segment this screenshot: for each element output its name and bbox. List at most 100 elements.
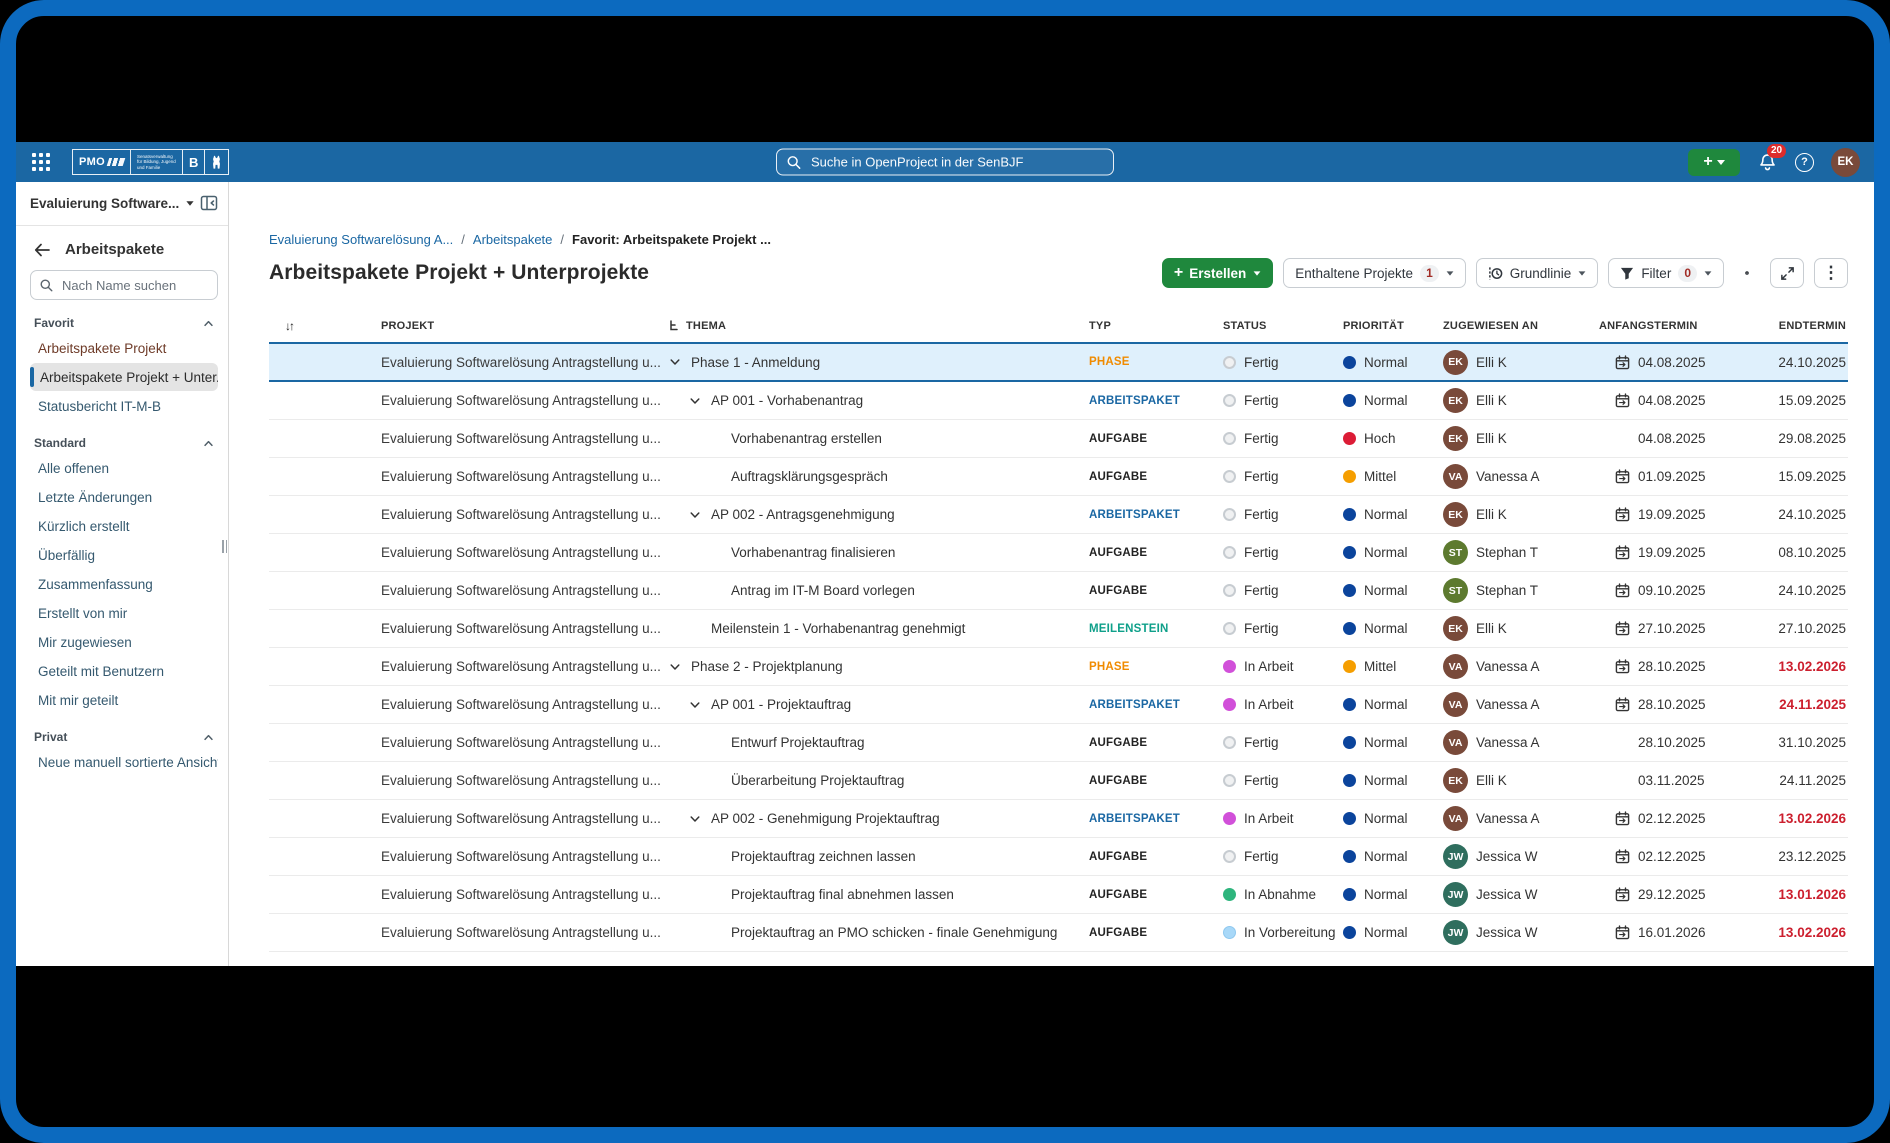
status-cell[interactable]: Fertig <box>1223 431 1343 446</box>
column-header-status[interactable]: STATUS <box>1223 320 1343 332</box>
help-button[interactable]: ? <box>1795 153 1814 172</box>
column-header-priority[interactable]: PRIORITÄT <box>1343 320 1443 332</box>
topic-cell[interactable]: Meilenstein 1 - Vorhabenantrag genehmigt <box>669 621 1089 636</box>
column-header-project[interactable]: PROJEKT <box>381 320 669 332</box>
status-cell[interactable]: In Vorbereitung <box>1223 925 1343 940</box>
sidebar-item-erstellt-von-mir[interactable]: Erstellt von mir <box>30 599 218 627</box>
view-search[interactable] <box>30 270 218 300</box>
sidebar-section-header-privat[interactable]: Privat <box>34 730 214 744</box>
info-button[interactable] <box>1734 258 1760 288</box>
end-date-cell[interactable]: 24.11.2025 <box>1779 773 1848 788</box>
type-cell[interactable]: ARBEITSPAKET <box>1089 699 1223 711</box>
topic-cell[interactable]: Vorhabenantrag erstellen <box>669 431 1089 446</box>
project-cell-link[interactable]: Evaluierung Softwarelösung Antragstellun… <box>381 925 669 940</box>
modules-grid-icon[interactable] <box>32 153 50 171</box>
column-header-assignee[interactable]: ZUGEWIESEN AN <box>1443 320 1599 332</box>
status-cell[interactable]: Fertig <box>1223 583 1343 598</box>
table-row[interactable]: Evaluierung Softwarelösung Antragstellun… <box>269 876 1848 914</box>
priority-cell[interactable]: Normal <box>1343 925 1443 940</box>
end-date-cell[interactable]: 15.09.2025 <box>1778 469 1848 484</box>
end-date-cell[interactable]: 13.01.2026 <box>1778 887 1848 902</box>
priority-cell[interactable]: Normal <box>1343 393 1443 408</box>
table-row[interactable]: Evaluierung Softwarelösung Antragstellun… <box>269 762 1848 800</box>
topic-cell[interactable]: AP 002 - Genehmigung Projektauftrag <box>669 811 1089 826</box>
sidebar-resize-handle[interactable] <box>222 540 227 553</box>
table-row[interactable]: Evaluierung Softwarelösung Antragstellun… <box>269 724 1848 762</box>
project-cell-link[interactable]: Evaluierung Softwarelösung Antragstellun… <box>381 393 669 408</box>
quick-add-button[interactable]: + <box>1688 149 1740 176</box>
status-cell[interactable]: Fertig <box>1223 545 1343 560</box>
end-date-cell[interactable]: 31.10.2025 <box>1778 735 1848 750</box>
table-row[interactable]: Evaluierung Softwarelösung Antragstellun… <box>269 648 1848 686</box>
priority-cell[interactable]: Mittel <box>1343 659 1443 674</box>
project-cell-link[interactable]: Evaluierung Softwarelösung Antragstellun… <box>381 659 669 674</box>
project-cell-link[interactable]: Evaluierung Softwarelösung Antragstellun… <box>381 431 669 446</box>
global-search-input[interactable] <box>809 154 1103 171</box>
project-cell-link[interactable]: Evaluierung Softwarelösung Antragstellun… <box>381 887 669 902</box>
collapse-row-icon[interactable] <box>689 813 711 825</box>
assignee-cell[interactable]: VAVanessa A <box>1443 730 1599 755</box>
type-cell[interactable]: AUFGABE <box>1089 585 1223 597</box>
project-cell-link[interactable]: Evaluierung Softwarelösung Antragstellun… <box>381 773 669 788</box>
table-row[interactable]: Evaluierung Softwarelösung Antragstellun… <box>269 342 1848 382</box>
priority-cell[interactable]: Normal <box>1343 887 1443 902</box>
assignee-cell[interactable]: VAVanessa A <box>1443 806 1599 831</box>
type-cell[interactable]: AUFGABE <box>1089 851 1223 863</box>
sidebar-item-neue-manuell-sortierte-ansicht[interactable]: Neue manuell sortierte Ansicht <box>30 748 218 776</box>
assignee-cell[interactable]: VAVanessa A <box>1443 654 1599 679</box>
status-cell[interactable]: In Arbeit <box>1223 811 1343 826</box>
included-projects-button[interactable]: Enthaltene Projekte 1 <box>1283 258 1466 288</box>
assignee-cell[interactable]: STStephan T <box>1443 578 1599 603</box>
collapse-row-icon[interactable] <box>689 699 711 711</box>
status-cell[interactable]: In Abnahme <box>1223 887 1343 902</box>
assignee-cell[interactable]: JWJessica W <box>1443 844 1599 869</box>
type-cell[interactable]: MEILENSTEIN <box>1089 623 1223 635</box>
filter-button[interactable]: Filter 0 <box>1608 258 1724 288</box>
topic-cell[interactable]: Überarbeitung Projektauftrag <box>669 773 1089 788</box>
collapse-row-icon[interactable] <box>689 509 711 521</box>
assignee-cell[interactable]: EKElli K <box>1443 768 1599 793</box>
status-cell[interactable]: In Arbeit <box>1223 697 1343 712</box>
table-row[interactable]: Evaluierung Softwarelösung Antragstellun… <box>269 382 1848 420</box>
type-cell[interactable]: AUFGABE <box>1089 433 1223 445</box>
assignee-cell[interactable]: EKElli K <box>1443 426 1599 451</box>
assignee-cell[interactable]: STStephan T <box>1443 540 1599 565</box>
column-header-start[interactable]: ANFANGSTERMIN <box>1599 320 1745 332</box>
type-cell[interactable]: ARBEITSPAKET <box>1089 509 1223 521</box>
priority-cell[interactable]: Normal <box>1343 811 1443 826</box>
start-date-cell[interactable]: 02.12.2025 <box>1599 811 1745 826</box>
type-cell[interactable]: PHASE <box>1089 661 1223 673</box>
back-arrow-icon[interactable] <box>34 243 50 257</box>
column-header-type[interactable]: TYP <box>1089 320 1223 332</box>
project-cell-link[interactable]: Evaluierung Softwarelösung Antragstellun… <box>381 545 669 560</box>
type-cell[interactable]: AUFGABE <box>1089 471 1223 483</box>
table-row[interactable]: Evaluierung Softwarelösung Antragstellun… <box>269 572 1848 610</box>
topic-cell[interactable]: Antrag im IT-M Board vorlegen <box>669 583 1089 598</box>
topic-cell[interactable]: Projektauftrag zeichnen lassen <box>669 849 1089 864</box>
assignee-cell[interactable]: EKElli K <box>1443 350 1599 375</box>
column-header-end[interactable]: ENDTERMIN <box>1779 320 1848 332</box>
fullscreen-button[interactable] <box>1770 258 1804 288</box>
topic-cell[interactable]: Phase 2 - Projektplanung <box>669 659 1089 674</box>
priority-cell[interactable]: Normal <box>1343 507 1443 522</box>
sidebar-item-letzte-änderungen[interactable]: Letzte Änderungen <box>30 483 218 511</box>
topic-cell[interactable]: AP 002 - Antragsgenehmigung <box>669 507 1089 522</box>
type-cell[interactable]: PHASE <box>1089 356 1223 368</box>
project-cell-link[interactable]: Evaluierung Softwarelösung Antragstellun… <box>381 621 669 636</box>
create-button[interactable]: + Erstellen <box>1162 258 1273 288</box>
status-cell[interactable]: Fertig <box>1223 393 1343 408</box>
start-date-cell[interactable]: 19.09.2025 <box>1599 507 1745 522</box>
status-cell[interactable]: Fertig <box>1223 849 1343 864</box>
priority-cell[interactable]: Mittel <box>1343 469 1443 484</box>
topic-cell[interactable]: AP 001 - Projektauftrag <box>669 697 1089 712</box>
priority-cell[interactable]: Normal <box>1343 621 1443 636</box>
start-date-cell[interactable]: 09.10.2025 <box>1599 583 1745 598</box>
assignee-cell[interactable]: EKElli K <box>1443 388 1599 413</box>
type-cell[interactable]: AUFGABE <box>1089 737 1223 749</box>
sidebar-item-arbeitspakete-projekt[interactable]: Arbeitspakete Projekt <box>30 334 218 362</box>
project-cell-link[interactable]: Evaluierung Softwarelösung Antragstellun… <box>381 583 669 598</box>
status-cell[interactable]: Fertig <box>1223 735 1343 750</box>
type-cell[interactable]: AUFGABE <box>1089 889 1223 901</box>
baseline-button[interactable]: Grundlinie <box>1476 258 1599 288</box>
breadcrumb-project-link[interactable]: Evaluierung Softwarelösung A... <box>269 232 453 247</box>
